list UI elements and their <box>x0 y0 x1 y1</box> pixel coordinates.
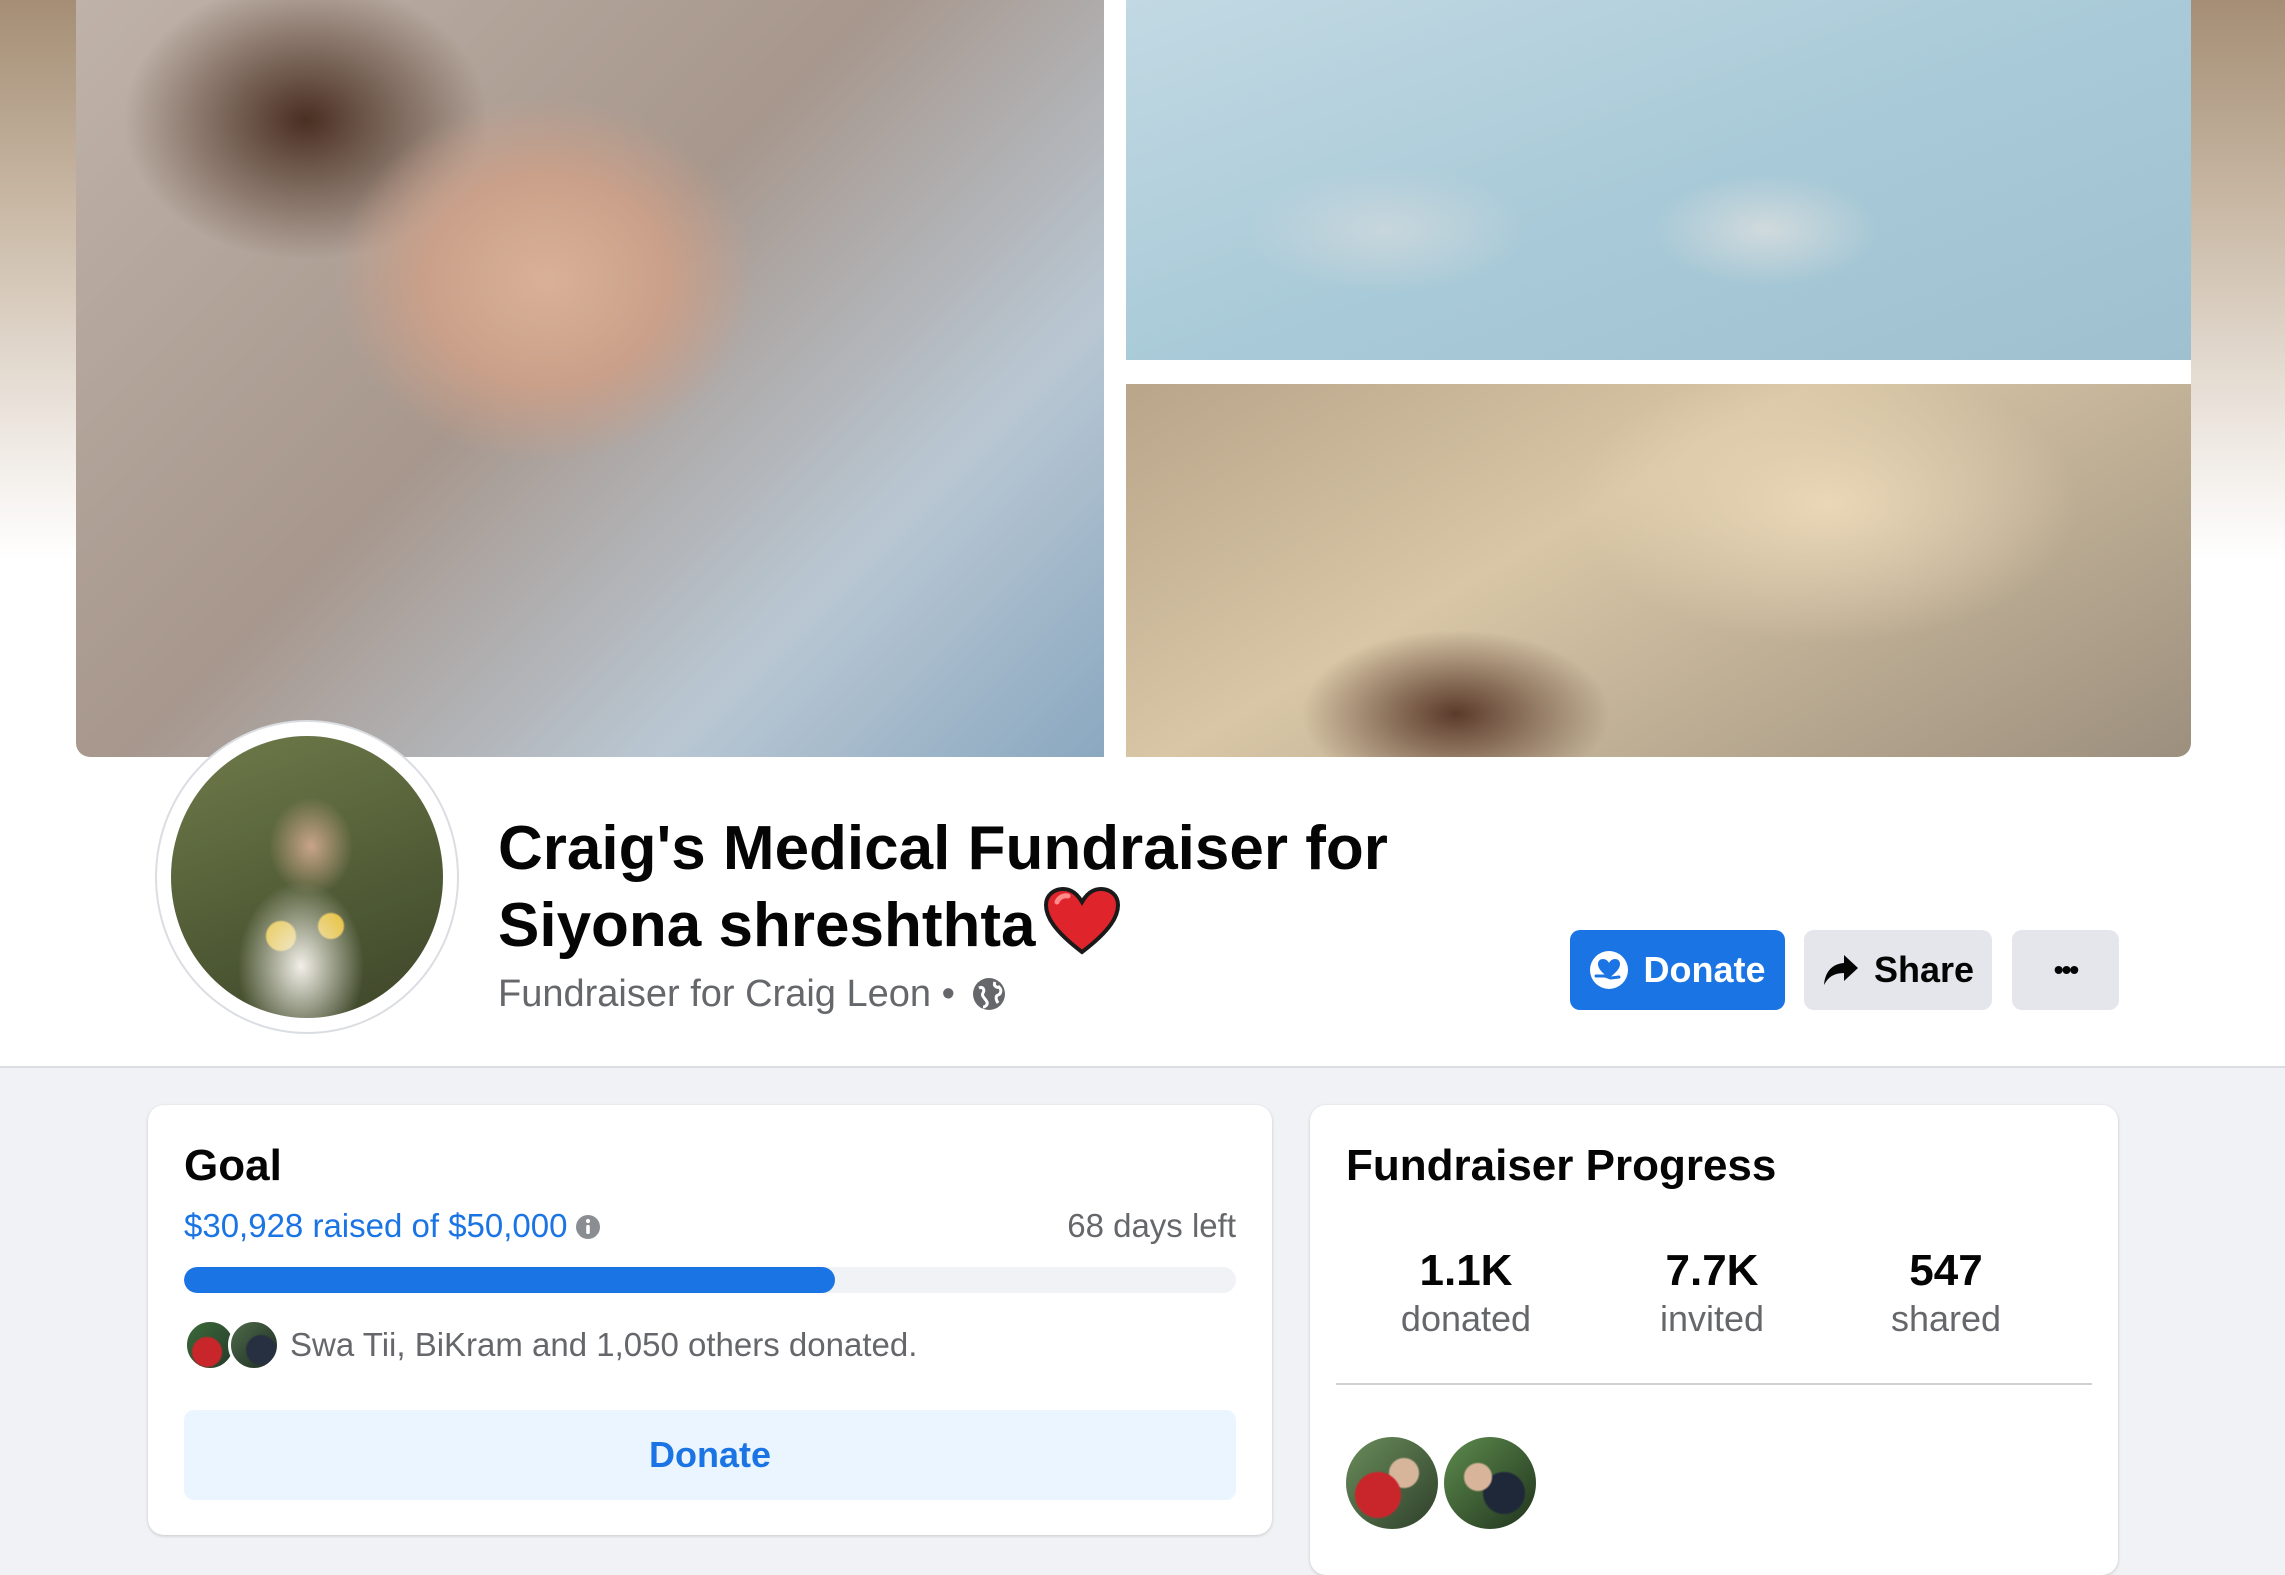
fundraiser-progress-card: Fundraiser Progress 1.1K donated 7.7K in… <box>1310 1105 2118 1575</box>
heart-icon <box>1044 886 1121 955</box>
globe-icon <box>973 978 1006 1010</box>
stat-donated: 1.1K donated <box>1356 1245 1576 1341</box>
goal-donate-button[interactable]: Donate <box>184 1410 1236 1500</box>
page-title-line-2: Siyona shreshthta <box>498 891 1036 960</box>
recent-donors[interactable]: Swa Tii, BiKram and 1,050 others donated… <box>184 1317 917 1373</box>
info-icon[interactable] <box>575 1214 601 1240</box>
share-button-label: Share <box>1873 949 1975 990</box>
progress-divider <box>1336 1383 2092 1385</box>
raised-text: $30,928 raised of $50,000 <box>184 1207 568 1244</box>
profile-avatar-image <box>171 736 443 1018</box>
donate-button[interactable]: Donate <box>1570 930 1785 1010</box>
header-divider <box>0 1066 2285 1068</box>
donate-heart-hand-icon <box>1590 951 1629 989</box>
organizer-text[interactable]: Fundraiser for Craig Leon <box>498 973 931 1015</box>
share-button[interactable]: Share <box>1804 930 1992 1010</box>
stat-value: 7.7K <box>1665 1246 1759 1295</box>
goal-progress-bar <box>184 1267 1236 1293</box>
page-subtitle: Fundraiser for Craig Leon • <box>498 970 1007 1018</box>
page-title-line-1: Craig's Medical Fundraiser for <box>498 814 1388 883</box>
stat-value: 547 <box>1909 1246 1983 1295</box>
donate-button-label: Donate <box>1643 949 1766 990</box>
cover-photo-top-right <box>1126 0 2191 360</box>
page-title: Craig's Medical Fundraiser for Siyona sh… <box>498 812 1478 963</box>
more-options-icon: ••• <box>2053 954 2079 985</box>
cover-photo-left <box>76 0 1104 757</box>
goal-heading: Goal <box>184 1141 282 1190</box>
donors-summary: Swa Tii, BiKram and 1,050 others donated… <box>290 1326 918 1363</box>
more-options-button[interactable]: ••• <box>2012 930 2119 1010</box>
stat-shared: 547 shared <box>1836 1245 2056 1341</box>
goal-progress-fill <box>184 1267 835 1293</box>
donor-avatar[interactable] <box>1444 1437 1536 1529</box>
progress-heading: Fundraiser Progress <box>1346 1141 1777 1190</box>
stat-value: 1.1K <box>1419 1246 1513 1295</box>
goal-card: Goal $30,928 raised of $50,000 68 days l… <box>148 1105 1272 1535</box>
stat-label: donated <box>1400 1298 1532 1339</box>
stat-label: invited <box>1659 1298 1765 1339</box>
cover-photo-bottom-right <box>1126 384 2191 757</box>
share-arrow-icon <box>1823 955 1858 985</box>
stat-invited: 7.7K invited <box>1602 1245 1822 1341</box>
subtitle-separator: • <box>941 973 955 1015</box>
cover-photo[interactable] <box>76 0 2191 757</box>
donor-avatar[interactable] <box>1346 1437 1438 1529</box>
stat-label: shared <box>1890 1298 2002 1339</box>
days-left: 68 days left <box>1067 1207 1236 1244</box>
donor-avatar <box>228 1319 280 1371</box>
raised-amount: $30,928 raised of $50,000 <box>184 1207 601 1245</box>
profile-avatar[interactable] <box>155 720 459 1034</box>
